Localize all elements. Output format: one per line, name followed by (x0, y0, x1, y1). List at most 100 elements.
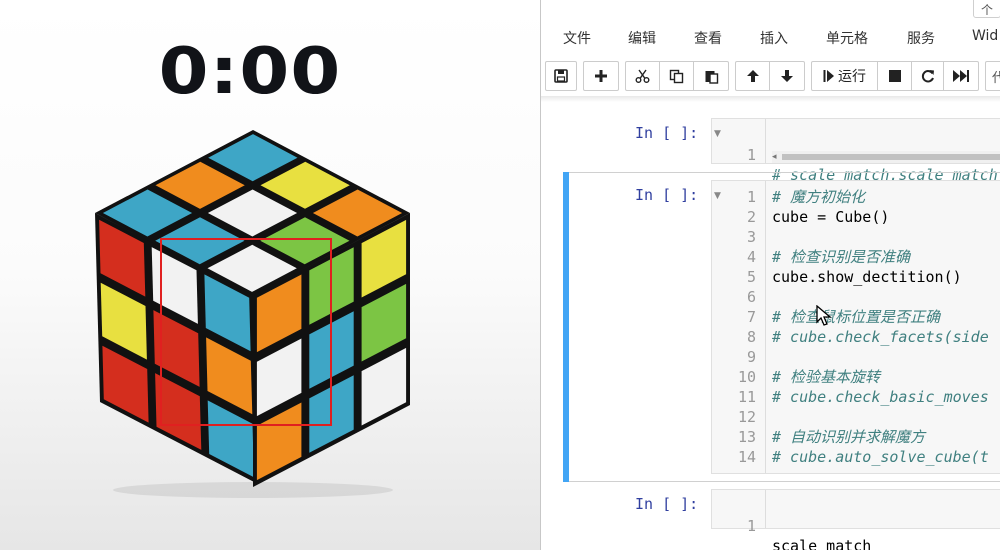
code-line: 3 (712, 227, 1000, 247)
arrow-up-icon (746, 70, 759, 82)
line-number: 6 (746, 288, 756, 306)
menu-file[interactable]: 文件 (563, 28, 591, 48)
line-number: 14 (737, 448, 756, 466)
cell-prompt: In [ ]: (635, 186, 699, 204)
code-text: cube.show_dectition() (772, 268, 962, 286)
line-number: 5 (746, 268, 756, 286)
line-number: 3 (746, 228, 756, 246)
code-line: 7 # 检查鼠标位置是否正确 (712, 307, 1000, 327)
top-right-button[interactable]: 个 (973, 0, 1000, 18)
code-cell-selected[interactable]: In [ ]: ▼ 1 # 魔方初始化 2 cube = Cube() 3 4 # 检查识别… (541, 180, 1000, 476)
cell-prompt: In [ ]: (635, 124, 699, 142)
code-line: 12 (712, 407, 1000, 427)
cube-timer-panel: 0:00 (0, 0, 540, 550)
horizontal-scrollbar[interactable]: ◂ (772, 151, 1000, 163)
code-text: # cube.check_basic_moves (772, 388, 989, 406)
restart-icon (921, 70, 934, 83)
interrupt-button[interactable] (878, 62, 912, 90)
cell-type-select[interactable]: 代 (985, 61, 1000, 91)
mouse-cursor-icon (816, 305, 832, 326)
line-number: 7 (746, 308, 756, 326)
detection-box (160, 238, 332, 426)
code-line: 6 (712, 287, 1000, 307)
code-editor[interactable]: ▼ 1 # 魔方初始化 2 cube = Cube() 3 4 # 检查识别是否准确 5 cub… (711, 180, 1000, 474)
copy-icon (669, 69, 684, 83)
move-up-button[interactable] (736, 62, 770, 90)
toolbar-divider (541, 96, 1000, 102)
code-line: 1 scale_match (712, 496, 1000, 550)
scissors-icon (635, 69, 650, 83)
code-line: 2 cube = Cube() (712, 207, 1000, 227)
line-number: 12 (737, 408, 756, 426)
code-text: # 自动识别并求解魔方 (772, 428, 926, 446)
paste-button[interactable] (694, 62, 728, 90)
line-number: 1 (746, 517, 756, 535)
code-line: 11 # cube.check_basic_moves (712, 387, 1000, 407)
code-line: 14 # cube.auto_solve_cube(t (712, 447, 1000, 467)
restart-run-all-button[interactable] (944, 62, 978, 90)
line-number: 4 (746, 248, 756, 266)
code-text: # cube.check_facets(side (772, 328, 989, 346)
run-label: 运行 (838, 69, 866, 85)
stop-icon (888, 70, 901, 82)
code-text: # 检查识别是否准确 (772, 248, 911, 266)
cut-button[interactable] (626, 62, 660, 90)
arrow-down-icon (781, 70, 793, 82)
code-text: # 检查鼠标位置是否正确 (772, 308, 941, 326)
menu-widgets[interactable]: Wid (972, 28, 998, 44)
toolbar: 运行 代 (541, 61, 1000, 93)
toolbar-group-move (735, 61, 805, 91)
line-number: 10 (737, 368, 756, 386)
code-text: # 魔方初始化 (772, 188, 866, 206)
line-number: 1 (746, 146, 756, 164)
code-line: 1 # scale_match.scale_match (712, 125, 1000, 184)
code-text: scale_match (772, 537, 872, 550)
menu-insert[interactable]: 插入 (760, 28, 788, 48)
run-button[interactable]: 运行 (812, 62, 878, 90)
line-number: 11 (737, 388, 756, 406)
line-number: 9 (746, 348, 756, 366)
add-cell-button[interactable] (584, 62, 618, 90)
menu-view[interactable]: 查看 (694, 28, 722, 48)
code-line: 13 # 自动识别并求解魔方 (712, 427, 1000, 447)
plus-icon (595, 70, 607, 82)
code-text: # 检验基本旋转 (772, 368, 881, 386)
code-text: cube = Cube() (772, 208, 890, 226)
code-line: 9 (712, 347, 1000, 367)
line-number: 8 (746, 328, 756, 346)
line-number: 2 (746, 208, 756, 226)
code-line: 4 # 检查识别是否准确 (712, 247, 1000, 267)
step-forward-icon (823, 70, 834, 82)
copy-button[interactable] (660, 62, 694, 90)
window-top-strip: 个 (541, 0, 1000, 22)
menu-edit[interactable]: 编辑 (628, 28, 656, 48)
menu-cell[interactable]: 单元格 (826, 28, 868, 48)
line-number: 13 (737, 428, 756, 446)
restart-button[interactable] (912, 62, 944, 90)
toolbar-group-insert (583, 61, 619, 91)
code-text: # cube.auto_solve_cube(t (772, 448, 989, 466)
toolbar-group-run: 运行 (811, 61, 979, 91)
fast-forward-icon (953, 70, 969, 82)
line-number: 1 (746, 188, 756, 206)
code-cell[interactable]: In [ ]: 1 scale_match (541, 489, 1000, 550)
code-editor[interactable]: 1 scale_match (711, 489, 1000, 550)
save-button[interactable] (546, 62, 576, 90)
menu-kernel[interactable]: 服务 (907, 28, 935, 48)
code-line: 5 cube.show_dectition() (712, 267, 1000, 287)
code-line: 1 # 魔方初始化 (712, 187, 1000, 207)
code-line: 8 # cube.check_facets(side (712, 327, 1000, 347)
scrollbar-thumb[interactable] (782, 154, 1000, 160)
jupyter-notebook: 个 文件 编辑 查看 插入 单元格 服务 Wid 运行 In []: ▼ 1 … (540, 0, 1000, 550)
code-cell[interactable]: In [ ]: ▼ 1 # scale_match.scale_match ◂ (541, 118, 1000, 184)
move-down-button[interactable] (770, 62, 804, 90)
menubar: 文件 编辑 查看 插入 单元格 服务 Wid (541, 26, 1000, 50)
scroll-left-icon[interactable]: ◂ (772, 151, 777, 163)
toolbar-group-clipboard (625, 61, 729, 91)
code-editor[interactable]: ▼ 1 # scale_match.scale_match ◂ (711, 118, 1000, 184)
floppy-icon (554, 69, 568, 83)
cell-prompt: In [ ]: (635, 495, 699, 513)
code-line: 10 # 检验基本旋转 (712, 367, 1000, 387)
toolbar-group-save (545, 61, 577, 91)
cell-type-value: 代 (986, 62, 1000, 90)
